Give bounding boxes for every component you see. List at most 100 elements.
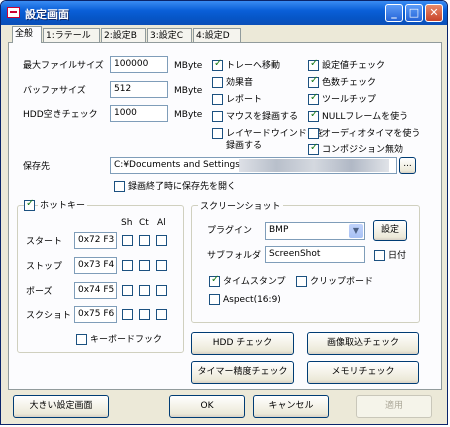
date-checkbox[interactable]: [374, 250, 385, 261]
hdd-check-button[interactable]: HDD チェック: [191, 332, 294, 355]
memory-check-button[interactable]: メモリチェック: [307, 361, 419, 384]
hotkey-screenshot-alt[interactable]: [156, 309, 167, 320]
app-icon: [7, 7, 20, 18]
hdd-free-check-label: HDD空きチェック: [23, 110, 98, 120]
timer-precision-check-button[interactable]: タイマー精度チェック: [191, 361, 294, 384]
open-after-record-checkbox[interactable]: [114, 181, 125, 192]
plugin-select[interactable]: BMP ▼: [265, 222, 365, 240]
buffer-size-unit: MByte: [174, 86, 203, 96]
ctrl-column-header: Ct: [139, 218, 149, 228]
screenshot-group-title: スクリーンショット: [198, 199, 283, 212]
plugin-label: プラグイン: [207, 226, 253, 236]
image-capture-check-button[interactable]: 画像取込チェック: [307, 332, 419, 355]
hdd-free-check-input[interactable]: 1000: [110, 105, 168, 122]
null-frame-label: NULLフレームを使う: [322, 112, 409, 122]
color-depth-check-label: 色数チェック: [322, 78, 377, 88]
aspect-checkbox[interactable]: [209, 294, 220, 305]
hotkey-enable-checkbox[interactable]: [24, 198, 35, 211]
screenshot-group: スクリーンショット プラグイン BMP ▼ 設定 サブフォルダ ScreenSh…: [191, 199, 420, 323]
window-title: 設定画面: [25, 8, 69, 21]
plugin-settings-button[interactable]: 設定: [373, 220, 407, 241]
record-mouse-checkbox[interactable]: [212, 111, 223, 122]
hotkey-stop-ctrl[interactable]: [139, 260, 150, 271]
clipboard-checkbox[interactable]: [296, 276, 307, 287]
settings-window: 設定画面 _ □ ✕ 全般 1:ラテール 2:設定B 3:設定C 4:設定D 最…: [0, 0, 448, 425]
hotkey-group: ホットキー Sh Ct Al スタート 0x72 F3 ストップ 0x73 F4…: [17, 198, 184, 353]
hotkey-stop-shift[interactable]: [122, 260, 133, 271]
tooltip-checkbox[interactable]: [308, 92, 319, 105]
chevron-down-icon: ▼: [349, 224, 363, 238]
sound-effect-checkbox[interactable]: [212, 77, 223, 88]
hotkey-start-ctrl[interactable]: [139, 235, 150, 246]
save-location-label: 保存先: [23, 162, 51, 172]
report-label: レポート: [226, 95, 263, 105]
tab-general[interactable]: 全般: [12, 26, 42, 43]
open-after-record-label: 録画終了時に保存先を開く: [128, 182, 237, 192]
hotkey-pause-shift[interactable]: [122, 285, 133, 296]
tray-checkbox[interactable]: [212, 58, 223, 71]
close-button[interactable]: ✕: [425, 4, 443, 22]
dialog-body: 全般 1:ラテール 2:設定B 3:設定C 4:設定D 最大ファイルサイズ 10…: [4, 25, 444, 421]
tray-label: トレーへ移動: [226, 61, 281, 71]
max-file-size-unit: MByte: [174, 61, 203, 71]
null-frame-checkbox[interactable]: [308, 109, 319, 122]
hotkey-stop-alt[interactable]: [156, 260, 167, 271]
title-bar[interactable]: 設定画面 _ □ ✕: [1, 1, 447, 25]
tab-settings-d[interactable]: 4:設定D: [193, 28, 241, 42]
setting-value-check-label: 設定値チェック: [322, 61, 386, 71]
setting-value-check-checkbox[interactable]: [308, 58, 319, 71]
record-mouse-label: マウスを録画する: [226, 112, 299, 122]
tab-settings-b[interactable]: 2:設定B: [101, 28, 146, 42]
subfolder-label: サブフォルダ: [207, 251, 262, 261]
ok-button[interactable]: OK: [169, 395, 245, 418]
timestamp-checkbox[interactable]: [209, 274, 220, 287]
sound-effect-label: 効果音: [226, 78, 254, 88]
maximize-button[interactable]: □: [405, 4, 423, 22]
large-settings-button[interactable]: 大きい設定画面: [13, 395, 109, 418]
layered-window-checkbox[interactable]: [212, 128, 223, 139]
hotkey-stop-label: ストップ: [26, 262, 63, 272]
tooltip-label: ツールチップ: [322, 95, 377, 105]
audio-timer-checkbox[interactable]: [308, 128, 319, 139]
buffer-size-input[interactable]: 512: [110, 81, 168, 98]
keyboard-hook-label: キーボードフック: [90, 335, 163, 345]
general-panel: 最大ファイルサイズ 100000 MByte バッファサイズ 512 MByte…: [8, 42, 442, 390]
hotkey-pause-alt[interactable]: [156, 285, 167, 296]
hotkey-screenshot-shift[interactable]: [122, 309, 133, 320]
hotkey-start-label: スタート: [26, 237, 63, 247]
hotkey-start-alt[interactable]: [156, 235, 167, 246]
minimize-button[interactable]: _: [385, 4, 403, 22]
max-file-size-input[interactable]: 100000: [110, 56, 168, 73]
max-file-size-label: 最大ファイルサイズ: [23, 61, 104, 71]
apply-button[interactable]: 適用: [356, 395, 432, 418]
hotkey-start-input[interactable]: 0x72 F3: [74, 232, 117, 249]
plugin-select-value: BMP: [269, 225, 289, 235]
hotkey-pause-input[interactable]: 0x74 F5: [74, 282, 117, 299]
keyboard-hook-checkbox[interactable]: [76, 334, 87, 345]
save-location-input[interactable]: C:¥Documents and Settings: [110, 157, 397, 174]
hotkey-stop-input[interactable]: 0x73 F4: [74, 257, 117, 274]
save-location-path: C:¥Documents and Settings: [114, 160, 240, 170]
timestamp-label: タイムスタンプ: [223, 277, 286, 287]
tab-settings-c[interactable]: 3:設定C: [147, 28, 192, 42]
shift-column-header: Sh: [121, 218, 133, 228]
cancel-button[interactable]: キャンセル: [253, 395, 329, 418]
hotkey-screenshot-label: スクショト: [26, 311, 72, 321]
hotkey-screenshot-ctrl[interactable]: [139, 309, 150, 320]
tab-latale[interactable]: 1:ラテール: [43, 28, 100, 42]
subfolder-input[interactable]: ScreenShot: [265, 246, 365, 263]
color-depth-check-checkbox[interactable]: [308, 75, 319, 88]
hotkey-pause-ctrl[interactable]: [139, 285, 150, 296]
composition-disable-label: コンポジション無効: [322, 145, 404, 155]
hotkey-start-shift[interactable]: [122, 235, 133, 246]
clipboard-label: クリップボード: [310, 277, 374, 287]
hdd-free-check-unit: MByte: [174, 110, 203, 120]
hotkey-screenshot-input[interactable]: 0x75 F6: [74, 306, 117, 323]
report-checkbox[interactable]: [212, 94, 223, 105]
alt-column-header: Al: [157, 218, 166, 228]
hotkey-pause-label: ポーズ: [26, 287, 53, 297]
composition-disable-checkbox[interactable]: [308, 142, 319, 155]
hotkey-enable-label: ホットキー: [38, 200, 88, 212]
aspect-label: Aspect(16:9): [223, 295, 281, 305]
browse-button[interactable]: ...: [399, 157, 416, 174]
